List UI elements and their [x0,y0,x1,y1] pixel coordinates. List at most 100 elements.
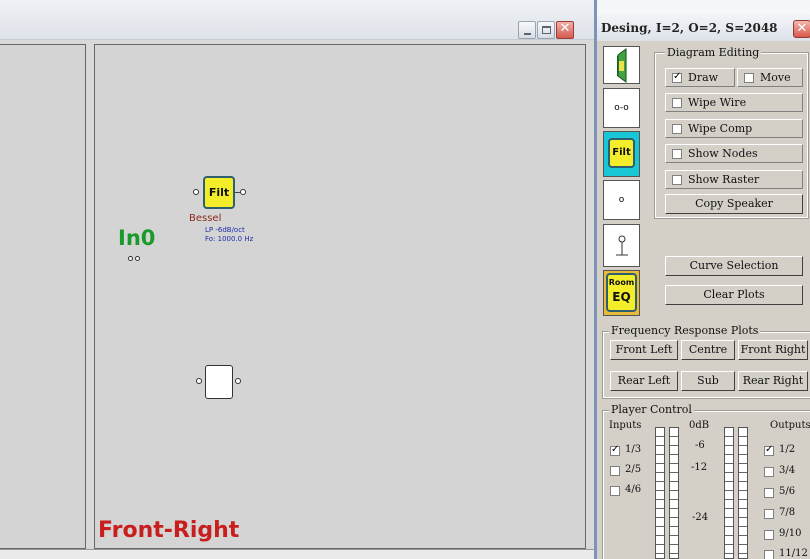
speaker-icon [617,48,627,83]
diagram-window: ✕ Filt Bessel LP -6dB/oct Fo: 1000.0 Hz … [0,0,594,559]
input-node-b[interactable] [135,256,140,261]
control-panel-title: Desing, I=2, O=2, S=2048 [601,21,778,35]
channel-label: Front-Right [98,518,240,543]
control-panel-titlebar[interactable]: Desing, I=2, O=2, S=2048 ✕ [597,15,810,41]
filter-type-label: Bessel [189,213,222,224]
maximize-button[interactable] [537,21,555,39]
meter-label-minus-24: -24 [692,512,709,523]
minimize-icon [524,33,531,35]
filter-tool-tile[interactable]: Filt [603,131,640,177]
draw-checkbox-box[interactable] [672,71,682,83]
draw-checkbox[interactable]: Draw [665,68,735,87]
filter-slope-label: LP -6dB/oct [205,226,245,234]
wire-icon: o-o [614,103,629,113]
move-checkbox-box[interactable] [744,73,754,83]
output-11-12-label: 11/12 [779,548,808,559]
output-meter-2 [738,427,748,559]
filter-details: LP -6dB/oct Fo: 1000.0 Hz [205,226,253,244]
input-node-a[interactable] [128,256,133,261]
copy-speaker-button[interactable]: Copy Speaker [665,194,803,214]
close-icon: ✕ [796,21,808,36]
input-2-5-label: 2/5 [625,464,642,475]
output-5-6-label: 5/6 [779,486,796,497]
minimize-button[interactable] [518,21,536,39]
app-root: ✕ Filt Bessel LP -6dB/oct Fo: 1000.0 Hz … [0,0,810,559]
filter-tool-icon: Filt [608,138,635,168]
front-left-plot-button[interactable]: Front Left [610,340,678,360]
curve-selection-button[interactable]: Curve Selection [665,256,803,276]
control-panel: Desing, I=2, O=2, S=2048 ✕ o-o Filt o Ro… [594,0,810,559]
rear-left-plot-button[interactable]: Rear Left [610,371,678,391]
output-7-8-label: 7/8 [779,507,796,518]
room-eq-icon: Room EQ [606,273,637,312]
close-button[interactable]: ✕ [556,21,574,39]
diagram-window-titlebar[interactable]: ✕ [0,0,594,40]
speaker-tool-tile[interactable] [603,46,640,84]
room-eq-tool-tile[interactable]: Room EQ [603,270,640,316]
wipe-comp-label: Wipe Comp [688,122,753,135]
sub-plot-button[interactable]: Sub [681,371,735,391]
meter-label-0db: 0dB [689,420,710,431]
move-checkbox[interactable]: Move [737,68,803,87]
input-meter-2 [669,427,679,559]
input-meter-1 [655,427,665,559]
panel-close-button[interactable]: ✕ [793,20,810,38]
wire-tool-tile[interactable]: o-o [603,88,640,128]
filter-tool-label: Filt [612,147,631,158]
filter-block[interactable]: Filt [203,176,235,209]
wipe-wire-checkbox-box[interactable] [672,98,682,108]
filter-block-label: Filt [208,186,230,199]
wipe-comp-checkbox[interactable]: Wipe Comp [665,119,803,138]
show-raster-checkbox-box[interactable] [672,175,682,185]
maximize-icon [542,26,551,34]
input-label: In0 [118,226,156,250]
empty-block-output-node[interactable] [235,378,241,384]
filter-input-node[interactable] [193,189,199,195]
input-4-6-checkbox[interactable] [610,486,620,496]
show-raster-checkbox[interactable]: Show Raster [665,170,803,189]
input-4-6-label: 4/6 [625,484,642,495]
front-right-plot-button[interactable]: Front Right [738,340,808,360]
filter-output-node[interactable] [240,189,246,195]
room-eq-label-top: Room [608,278,635,287]
output-3-4-checkbox[interactable] [764,467,774,477]
frequency-response-title: Frequency Response Plots [609,324,761,337]
show-raster-label: Show Raster [688,173,760,186]
clear-plots-button[interactable]: Clear Plots [665,285,803,305]
output-9-10-checkbox[interactable] [764,530,774,540]
draw-label: Draw [688,71,719,84]
panel-top-strip [597,0,810,15]
inputs-label: Inputs [609,420,642,431]
diagram-canvas[interactable]: Filt Bessel LP -6dB/oct Fo: 1000.0 Hz In… [94,44,586,549]
output-5-6-checkbox[interactable] [764,488,774,498]
empty-block-input-node[interactable] [196,378,202,384]
output-9-10-label: 9/10 [779,528,802,539]
probe-icon [616,235,628,256]
close-icon: ✕ [559,21,571,36]
diagram-editing-title: Diagram Editing [665,46,762,59]
output-1-2-label: 1/2 [779,444,796,455]
probe-tool-tile[interactable] [603,224,640,267]
input-1-3-checkbox[interactable] [610,444,620,456]
output-7-8-checkbox[interactable] [764,509,774,519]
wipe-wire-label: Wipe Wire [688,96,747,109]
empty-block[interactable] [205,365,233,399]
meter-label-minus-6: -6 [695,440,705,451]
centre-plot-button[interactable]: Centre [681,340,735,360]
diagram-window-bottom-edge [0,549,594,559]
node-tool-tile[interactable]: o [603,180,640,220]
output-1-2-checkbox[interactable] [764,444,774,456]
wipe-wire-checkbox[interactable]: Wipe Wire [665,93,803,112]
node-icon: o [618,195,625,205]
show-nodes-checkbox-box[interactable] [672,149,682,159]
outputs-label: Outputs [770,420,810,431]
wipe-comp-checkbox-box[interactable] [672,124,682,134]
input-1-3-label: 1/3 [625,444,642,455]
show-nodes-label: Show Nodes [688,147,758,160]
output-11-12-checkbox[interactable] [764,550,774,559]
filter-frequency-label: Fo: 1000.0 Hz [205,235,254,243]
output-meter-1 [724,427,734,559]
rear-right-plot-button[interactable]: Rear Right [738,371,808,391]
input-2-5-checkbox[interactable] [610,466,620,476]
show-nodes-checkbox[interactable]: Show Nodes [665,144,803,163]
